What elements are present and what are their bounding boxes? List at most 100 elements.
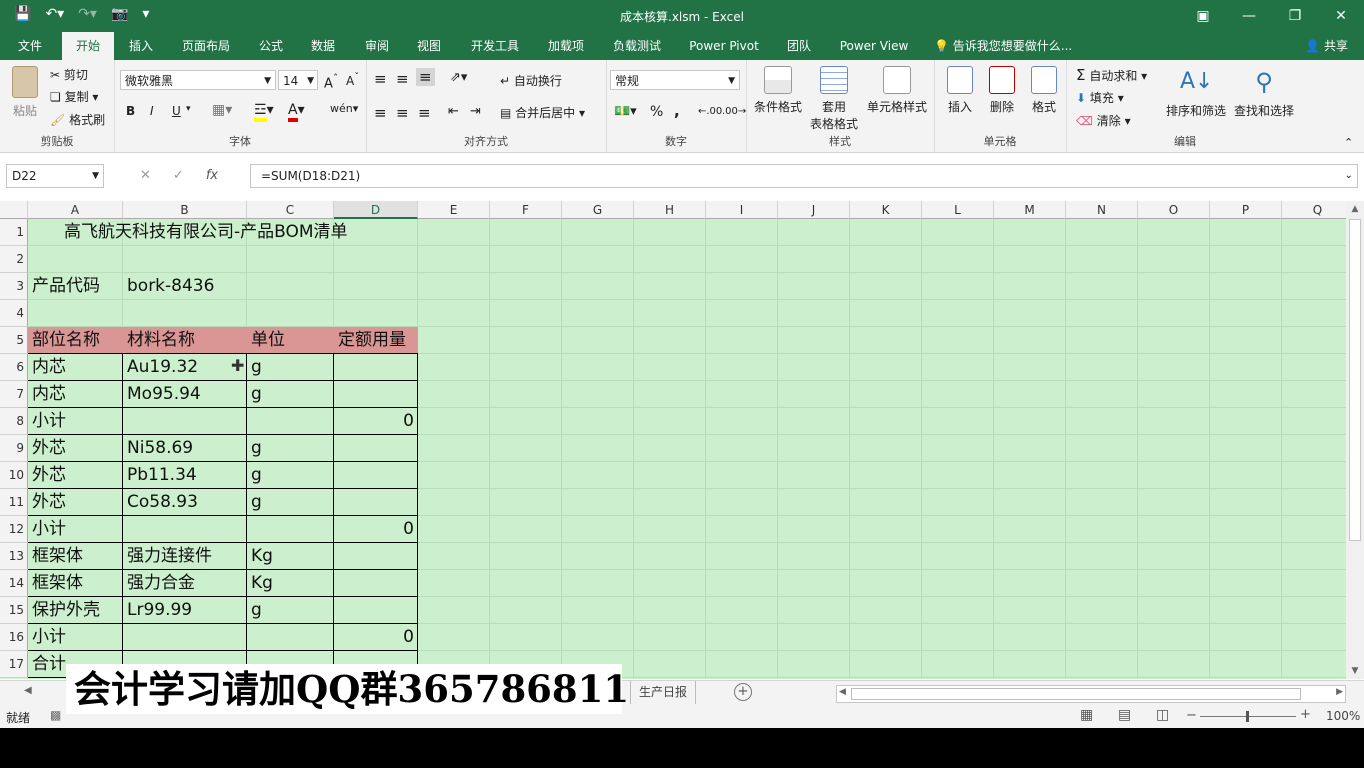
- underline-dropdown-icon[interactable]: ▾: [186, 104, 191, 114]
- comma-button[interactable]: ,: [674, 102, 680, 120]
- table-cell[interactable]: 0: [334, 408, 418, 435]
- find-select-button[interactable]: ⚲ 查找和选择: [1230, 66, 1298, 119]
- enter-icon[interactable]: ✓: [173, 168, 184, 183]
- zoom-in-icon[interactable]: +: [1300, 707, 1311, 722]
- column-header[interactable]: E: [418, 201, 490, 219]
- row-header[interactable]: 15: [0, 597, 28, 624]
- zoom-level[interactable]: 100%: [1326, 709, 1360, 723]
- table-cell[interactable]: 外芯: [28, 489, 123, 516]
- row-header[interactable]: 3: [0, 273, 28, 300]
- conditional-formatting-button[interactable]: 条件格式: [750, 66, 806, 115]
- sheet-scroll-left-icon[interactable]: ◀: [24, 685, 32, 696]
- column-header[interactable]: B: [123, 201, 247, 219]
- horizontal-scrollbar[interactable]: ◀ ▶: [836, 685, 1346, 703]
- row-header[interactable]: 8: [0, 408, 28, 435]
- vertical-scrollbar[interactable]: ▲ ▼: [1346, 201, 1364, 679]
- zoom-slider[interactable]: [1200, 711, 1296, 722]
- add-sheet-icon[interactable]: +: [734, 683, 752, 701]
- column-header[interactable]: N: [1066, 201, 1138, 219]
- autosum-button[interactable]: Σ 自动求和 ▾: [1076, 66, 1147, 84]
- tab-home[interactable]: 开始: [62, 32, 114, 60]
- tab-load-test[interactable]: 负载测试: [604, 32, 670, 60]
- close-icon[interactable]: ✕: [1318, 0, 1364, 32]
- name-box[interactable]: D22 ▼: [6, 164, 104, 188]
- fill-color-icon[interactable]: ☲▾: [254, 102, 274, 122]
- share-button[interactable]: 👤 共享: [1305, 32, 1348, 60]
- tab-data[interactable]: 数据: [300, 32, 346, 60]
- tab-insert[interactable]: 插入: [118, 32, 164, 60]
- row-header[interactable]: 4: [0, 300, 28, 327]
- align-top-icon[interactable]: ≡: [374, 70, 387, 88]
- tab-addins[interactable]: 加载项: [536, 32, 596, 60]
- page-break-view-icon[interactable]: ◫: [1156, 707, 1169, 723]
- table-cell[interactable]: Co58.93: [123, 489, 247, 516]
- underline-button[interactable]: U: [172, 104, 181, 118]
- table-cell[interactable]: 小计: [28, 516, 123, 543]
- font-name-select[interactable]: 微软雅黑 ▼: [120, 70, 276, 90]
- table-cell[interactable]: Lr99.99: [123, 597, 247, 624]
- insert-function-icon[interactable]: fx: [206, 168, 218, 183]
- font-color-icon[interactable]: A▾: [288, 102, 305, 122]
- row-header[interactable]: 14: [0, 570, 28, 597]
- font-size-select[interactable]: 14 ▼: [278, 70, 318, 90]
- table-cell[interactable]: Mo95.94: [123, 381, 247, 408]
- tab-file[interactable]: 文件: [8, 32, 52, 60]
- hscroll-right-icon[interactable]: ▶: [1336, 687, 1343, 697]
- column-header[interactable]: O: [1138, 201, 1210, 219]
- tell-me-box[interactable]: 💡 告诉我您想要做什么...: [934, 32, 1072, 60]
- worksheet-grid[interactable]: A B C D E F G H I J K L M N O P Q 1 2 3 4 5 6 7 8 9 10 11 12 13 14 15 16…: [0, 201, 1346, 679]
- paste-button[interactable]: 粘贴: [8, 66, 42, 119]
- restore-icon[interactable]: ❐: [1272, 0, 1318, 32]
- table-cell[interactable]: 外芯: [28, 435, 123, 462]
- format-painter-button[interactable]: 🖌 格式刷: [50, 111, 105, 128]
- increase-decimal-icon[interactable]: ←.00: [698, 106, 722, 117]
- table-cell[interactable]: g: [247, 381, 334, 408]
- row-header[interactable]: 12: [0, 516, 28, 543]
- sort-filter-button[interactable]: A↓ 排序和筛选: [1164, 66, 1228, 119]
- cut-button[interactable]: ✂ 剪切: [50, 66, 88, 83]
- page-layout-view-icon[interactable]: ▤: [1118, 707, 1131, 723]
- border-icon[interactable]: ▦▾: [212, 102, 232, 118]
- table-cell[interactable]: 0: [334, 624, 418, 651]
- column-header[interactable]: M: [994, 201, 1066, 219]
- wrap-text-button[interactable]: ↵ 自动换行: [500, 72, 562, 89]
- insert-cells-button[interactable]: 插入: [940, 66, 980, 115]
- hscroll-left-icon[interactable]: ◀: [839, 687, 846, 697]
- tab-power-view[interactable]: Power View: [830, 32, 918, 60]
- table-cell[interactable]: Kg: [247, 543, 334, 570]
- table-cell[interactable]: 小计: [28, 624, 123, 651]
- collapse-ribbon-icon[interactable]: ⌃: [1344, 136, 1353, 149]
- column-header[interactable]: A: [28, 201, 123, 219]
- row-header[interactable]: 2: [0, 246, 28, 273]
- fill-button[interactable]: ⬇ 填充 ▾: [1076, 89, 1124, 106]
- tab-page-layout[interactable]: 页面布局: [170, 32, 242, 60]
- decrease-indent-icon[interactable]: ⇤: [448, 104, 459, 119]
- tab-developer[interactable]: 开发工具: [462, 32, 528, 60]
- zoom-slider-thumb[interactable]: [1246, 711, 1249, 722]
- tab-power-pivot[interactable]: Power Pivot: [680, 32, 768, 60]
- column-header[interactable]: Q: [1282, 201, 1346, 219]
- row-header[interactable]: 5: [0, 327, 28, 354]
- scroll-down-icon[interactable]: ▼: [1346, 663, 1364, 679]
- row-header[interactable]: 17: [0, 651, 28, 678]
- row-header[interactable]: 1: [0, 219, 28, 246]
- phonetic-icon[interactable]: wén▾: [330, 102, 358, 115]
- table-cell[interactable]: 强力连接件: [123, 543, 247, 570]
- scroll-thumb[interactable]: [1349, 219, 1361, 541]
- table-header-cell[interactable]: 部位名称: [28, 327, 123, 354]
- format-as-table-button[interactable]: 套用 表格格式: [806, 66, 862, 132]
- normal-view-icon[interactable]: ▦: [1080, 707, 1093, 723]
- increase-indent-icon[interactable]: ⇥: [470, 104, 481, 119]
- table-cell[interactable]: 强力合金: [123, 570, 247, 597]
- align-bottom-icon[interactable]: ≡: [416, 68, 435, 86]
- align-left-icon[interactable]: ≡: [374, 104, 387, 122]
- row-header[interactable]: 9: [0, 435, 28, 462]
- row-header[interactable]: 7: [0, 381, 28, 408]
- row-header[interactable]: 16: [0, 624, 28, 651]
- table-cell[interactable]: g: [247, 489, 334, 516]
- cell-styles-button[interactable]: 单元格样式: [864, 66, 930, 115]
- table-cell[interactable]: 小计: [28, 408, 123, 435]
- cancel-icon[interactable]: ✕: [140, 168, 151, 183]
- percent-button[interactable]: %: [650, 104, 663, 120]
- row-header[interactable]: 10: [0, 462, 28, 489]
